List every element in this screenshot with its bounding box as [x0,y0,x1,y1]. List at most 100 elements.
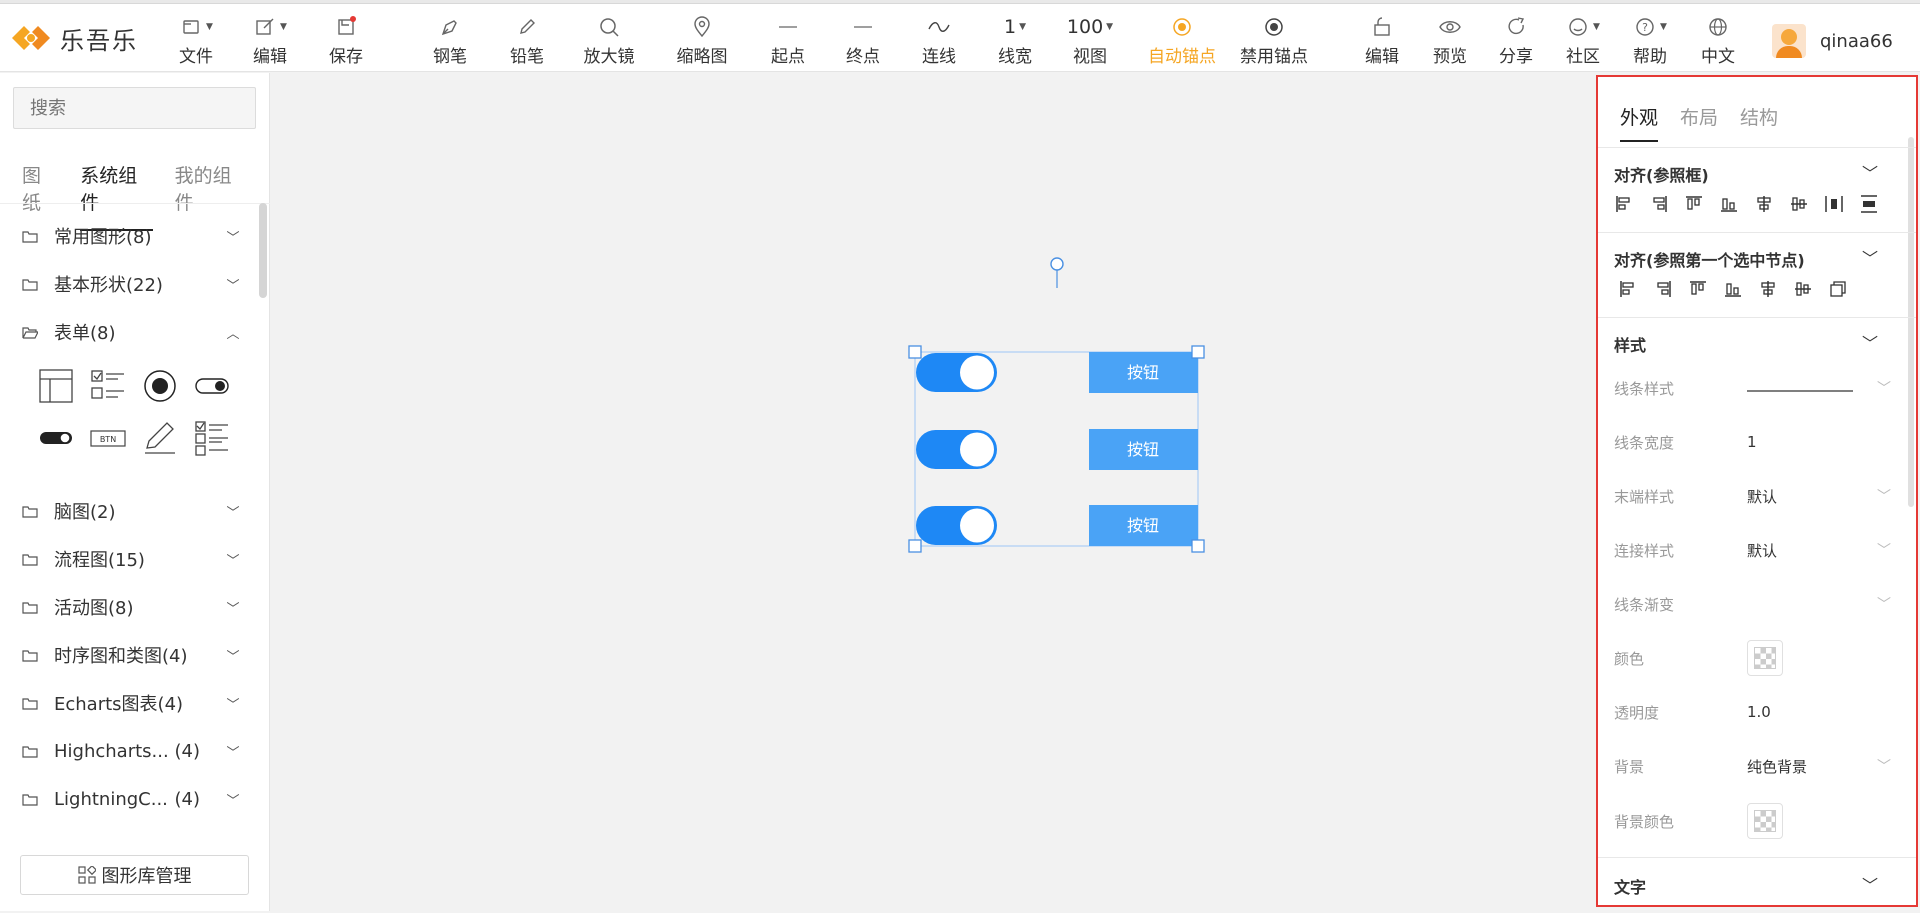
align-right-icon[interactable] [1653,277,1688,301]
thumbnail-tool[interactable]: 缩略图 [676,12,728,68]
switch-off-shape[interactable] [38,420,74,456]
bg-color-picker[interactable] [1747,803,1783,839]
radio-shape[interactable] [142,368,178,404]
end-point-tool[interactable]: 终点 [843,12,883,68]
category-sequence-class[interactable]: 时序图和类图(4) ﹀ [22,640,242,670]
edit-menu[interactable]: ▼ 编辑 [250,12,290,68]
toggle-switch-2[interactable] [916,430,997,469]
rotate-handle[interactable] [1050,257,1064,271]
connect-tool[interactable]: 连线 [919,12,959,68]
community-menu[interactable]: ▼ 社区 [1563,12,1603,68]
save-icon [334,12,358,42]
category-lightning[interactable]: LightningC... (4) ﹀ [22,784,242,814]
input-shape[interactable] [142,420,178,456]
language-menu[interactable]: 中文 [1698,12,1738,68]
resize-handle-bottom-left[interactable] [908,539,922,553]
save-button[interactable]: 保存 [326,12,366,68]
align-right-icon[interactable] [1649,192,1684,216]
user-menu[interactable]: qinaa66 [1772,24,1893,58]
canvas-button-2[interactable]: 按钮 [1089,429,1198,470]
distribute-v-icon[interactable] [1859,192,1894,216]
category-echarts[interactable]: Echarts图表(4) ﹀ [22,688,242,718]
chevron-down-icon[interactable]: ﹀ [1862,330,1878,354]
line-style-row[interactable]: 线条样式 ﹀ [1614,374,1894,402]
align-top-icon[interactable] [1688,277,1723,301]
tab-structure[interactable]: 结构 [1740,103,1778,142]
library-manage-button[interactable]: 图形库管理 [20,855,249,895]
file-menu[interactable]: ▼ 文件 [176,12,216,68]
background-select[interactable]: 纯色背景 [1747,756,1874,777]
preview-button[interactable]: 预览 [1430,12,1470,68]
chevron-down-icon: ﹀ [226,697,240,713]
bg-color-row[interactable]: 背景颜色 [1614,801,1894,841]
start-point-tool[interactable]: 起点 [768,12,808,68]
category-highcharts[interactable]: Highcharts... (4) ﹀ [22,736,242,766]
switch-on-shape[interactable] [194,368,230,404]
toggle-switch-3[interactable] [916,506,997,545]
toggle-switch-1[interactable] [916,353,997,392]
disable-anchor-toggle[interactable]: 禁用锚点 [1238,12,1310,68]
checkbox-list-shape[interactable] [90,368,126,404]
color-picker[interactable] [1747,640,1783,676]
chevron-down-icon[interactable]: ﹀ [1862,160,1878,184]
share-button[interactable]: 分享 [1496,12,1536,68]
view-dropdown[interactable]: 100 ▼ 视图 [1067,12,1113,68]
line-width-input[interactable]: 1 [1747,433,1894,451]
gradient-row[interactable]: 线条渐变 ﹀ [1614,590,1894,618]
checkbox-group-shape[interactable] [194,420,230,456]
join-style-select[interactable]: 默认 [1747,540,1874,561]
align-top-icon[interactable] [1684,192,1719,216]
category-mindmap[interactable]: 脑图(2) ﹀ [22,496,242,526]
tab-appearance[interactable]: 外观 [1620,103,1659,142]
align-center-v-icon[interactable] [1789,192,1824,216]
resize-handle-bottom-right[interactable] [1191,539,1205,553]
end-style-select[interactable]: 默认 [1747,486,1874,507]
end-style-row[interactable]: 末端样式 默认 ﹀ [1614,482,1894,510]
tab-layout[interactable]: 布局 [1680,103,1718,142]
chevron-down-icon[interactable]: ﹀ [1862,245,1878,269]
align-left-icon[interactable] [1614,192,1649,216]
sidebar-scrollbar[interactable] [259,203,267,298]
canvas-button-3[interactable]: 按钮 [1089,505,1198,546]
pen-tool[interactable]: 钢笔 [430,12,470,68]
style-section: 样式 ﹀ 线条样式 ﹀ 线条宽度 1 末端样式 默认 ﹀ 连接样式 默认 ﹀ 线… [1598,317,1916,857]
opacity-input[interactable]: 1.0 [1747,703,1894,721]
category-common-shapes[interactable]: 常用图形(8) ﹀ [22,221,242,251]
table-icon [39,369,73,403]
align-left-icon[interactable] [1618,277,1653,301]
background-row[interactable]: 背景 纯色背景 ﹀ [1614,752,1894,780]
color-label: 颜色 [1614,649,1645,668]
align-bottom-icon[interactable] [1719,192,1754,216]
line-width-dropdown[interactable]: 1 ▼ 线宽 [995,12,1035,68]
chevron-down-icon[interactable]: ﹀ [1862,872,1878,896]
magnifier-tool[interactable]: 放大镜 [583,12,635,68]
align-center-h-icon[interactable] [1754,192,1789,216]
auto-anchor-toggle[interactable]: 自动锚点 [1146,12,1218,68]
align-bottom-icon[interactable] [1723,277,1758,301]
resize-handle-top-right[interactable] [1191,345,1205,359]
color-row[interactable]: 颜色 [1614,638,1894,678]
checklist-icon [91,370,124,399]
resize-handle-top-left[interactable] [908,345,922,359]
canvas-button-1[interactable]: 按钮 [1089,352,1198,393]
category-form[interactable]: 表单(8) ︿ [22,317,242,347]
avatar [1772,24,1806,58]
same-size-icon[interactable] [1828,277,1863,301]
opacity-row[interactable]: 透明度 1.0 [1614,698,1894,726]
drawing-canvas[interactable]: 按钮 按钮 按钮 [271,73,1594,909]
button-shape[interactable]: BTN [90,420,126,456]
edit-lock-button[interactable]: 编辑 [1362,12,1402,68]
join-style-row[interactable]: 连接样式 默认 ﹀ [1614,536,1894,564]
category-activity[interactable]: 活动图(8) ﹀ [22,592,242,622]
help-menu[interactable]: ? ▼ 帮助 [1630,12,1670,68]
app-logo[interactable]: 乐吾乐 [10,20,138,56]
category-flowchart[interactable]: 流程图(15) ﹀ [22,544,242,574]
align-center-h-icon[interactable] [1758,277,1793,301]
table-shape[interactable] [38,368,74,404]
pencil-tool[interactable]: 铅笔 [507,12,547,68]
search-input[interactable] [13,87,256,129]
distribute-h-icon[interactable] [1824,192,1859,216]
category-basic-shapes[interactable]: 基本形状(22) ﹀ [22,269,242,299]
line-width-row[interactable]: 线条宽度 1 [1614,428,1894,456]
align-center-v-icon[interactable] [1793,277,1828,301]
